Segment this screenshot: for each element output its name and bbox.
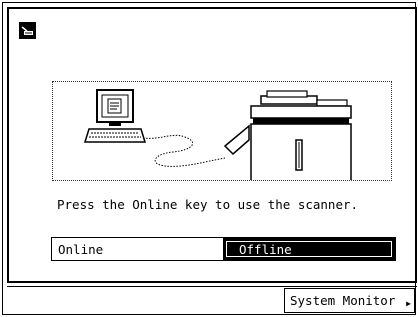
screen-frame: Press the Online key to use the scanner.… [2,2,417,317]
offline-button[interactable]: Offline [223,238,395,260]
online-offline-toggle: Online Offline [51,237,396,261]
system-monitor-button[interactable]: System Monitor ▶ [284,288,415,313]
triangle-right-icon: ▶ [406,299,411,308]
main-panel: Press the Online key to use the scanner.… [7,7,417,283]
scanner-mode-icon [19,22,36,39]
bottom-bar: System Monitor ▶ [7,286,417,317]
online-button[interactable]: Online [52,238,223,260]
scanner-offline-illustration [52,81,392,183]
system-monitor-label: System Monitor [290,293,396,308]
computer-icon [83,89,147,143]
copier-icon [223,90,352,183]
status-message: Press the Online key to use the scanner. [57,197,359,212]
